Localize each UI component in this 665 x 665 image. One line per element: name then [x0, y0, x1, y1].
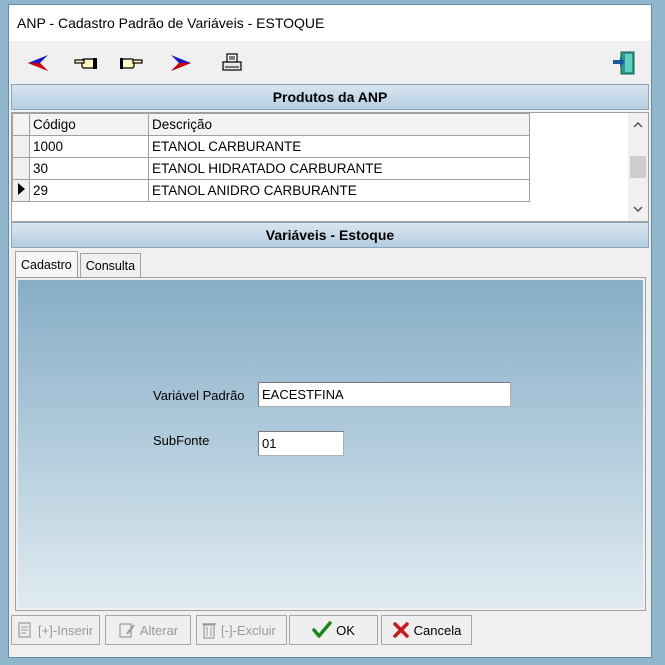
products-scrollbar[interactable]: [628, 113, 648, 221]
hand-right-icon: [120, 58, 143, 69]
last-record-button[interactable]: [117, 49, 147, 77]
tab-consulta[interactable]: Consulta: [79, 253, 142, 277]
previous-button[interactable]: [23, 49, 53, 77]
variavel-padrao-input[interactable]: EACESTFINA: [258, 382, 511, 407]
tab-cadastro[interactable]: Cadastro: [15, 251, 78, 278]
variables-section-header: Variáveis - Estoque: [11, 222, 649, 248]
delete-button[interactable]: [-]-Excluir: [196, 615, 287, 645]
table-row[interactable]: 30 ETANOL HIDRATADO CARBURANTE: [12, 157, 530, 180]
delete-button-label: [-]-Excluir: [221, 622, 276, 638]
edit-button-label: Alterar: [139, 622, 179, 638]
row-indicator: [12, 179, 30, 202]
title-bar: ANP - Cadastro Padrão de Variáveis - EST…: [9, 5, 651, 41]
scroll-thumb[interactable]: [630, 156, 646, 178]
current-row-triangle-icon: [18, 183, 25, 195]
arrow-left-icon: [28, 55, 48, 71]
indicator-header-cell: [12, 113, 30, 136]
variables-header-title: Variáveis - Estoque: [265, 227, 395, 243]
app-window: ANP - Cadastro Padrão de Variáveis - EST…: [8, 4, 652, 658]
hand-left-icon: [74, 58, 97, 69]
products-section-header: Produtos da ANP: [11, 84, 649, 110]
variables-tabs: Cadastro Consulta: [15, 251, 143, 278]
ok-button-label: OK: [336, 622, 355, 638]
cadastro-form-area: Variável Padrão EACESTFINA SubFonte 01: [18, 280, 643, 608]
subfonte-label: SubFonte: [153, 433, 210, 448]
column-header-description[interactable]: Descrição: [148, 113, 530, 136]
exit-button[interactable]: [609, 49, 639, 77]
check-icon: [312, 621, 332, 638]
cancel-button[interactable]: Cancela: [381, 615, 472, 645]
cell-code[interactable]: 1000: [29, 135, 149, 158]
insert-document-icon: [18, 622, 31, 638]
window-frame: ANP - Cadastro Padrão de Variáveis - EST…: [0, 0, 665, 665]
cell-description[interactable]: ETANOL CARBURANTE: [148, 135, 530, 158]
exit-door-icon: [613, 51, 635, 75]
toolbar: [9, 41, 651, 83]
cell-description[interactable]: ETANOL HIDRATADO CARBURANTE: [148, 157, 530, 180]
cell-description[interactable]: ETANOL ANIDRO CARBURANTE: [148, 179, 530, 202]
action-bar: [+]-Inserir Alterar [-]-Excluir OK Cance…: [9, 615, 651, 645]
subfonte-input[interactable]: 01: [258, 431, 344, 456]
scroll-up-icon[interactable]: [628, 115, 648, 135]
cadastro-panel: Variável Padrão EACESTFINA SubFonte 01: [15, 277, 646, 611]
insert-button-label: [+]-Inserir: [38, 622, 94, 638]
first-record-button[interactable]: [71, 49, 101, 77]
column-header-code[interactable]: Código: [29, 113, 149, 136]
print-button[interactable]: [217, 49, 247, 77]
window-title: ANP - Cadastro Padrão de Variáveis - EST…: [17, 15, 325, 31]
edit-document-icon: [119, 623, 135, 638]
scroll-down-icon[interactable]: [628, 199, 648, 219]
printer-icon: [222, 53, 242, 71]
arrow-right-icon: [171, 55, 191, 71]
trash-icon: [202, 623, 216, 639]
row-indicator: [12, 157, 30, 180]
row-indicator: [12, 135, 30, 158]
variavel-padrao-label: Variável Padrão: [153, 388, 245, 403]
table-row[interactable]: 29 ETANOL ANIDRO CARBURANTE: [12, 179, 530, 202]
cancel-x-icon: [392, 622, 409, 638]
ok-button[interactable]: OK: [289, 615, 378, 645]
products-table: Código Descrição 1000 ETANOL CARBURANTE …: [12, 113, 530, 202]
cell-code[interactable]: 30: [29, 157, 149, 180]
cell-code[interactable]: 29: [29, 179, 149, 202]
insert-button[interactable]: [+]-Inserir: [11, 615, 100, 645]
table-header-row: Código Descrição: [12, 113, 530, 136]
table-row[interactable]: 1000 ETANOL CARBURANTE: [12, 135, 530, 158]
cancel-button-label: Cancela: [413, 622, 462, 638]
edit-button[interactable]: Alterar: [105, 615, 191, 645]
products-grid[interactable]: Código Descrição 1000 ETANOL CARBURANTE …: [11, 112, 649, 222]
products-header-title: Produtos da ANP: [272, 89, 388, 105]
next-button[interactable]: [166, 49, 196, 77]
